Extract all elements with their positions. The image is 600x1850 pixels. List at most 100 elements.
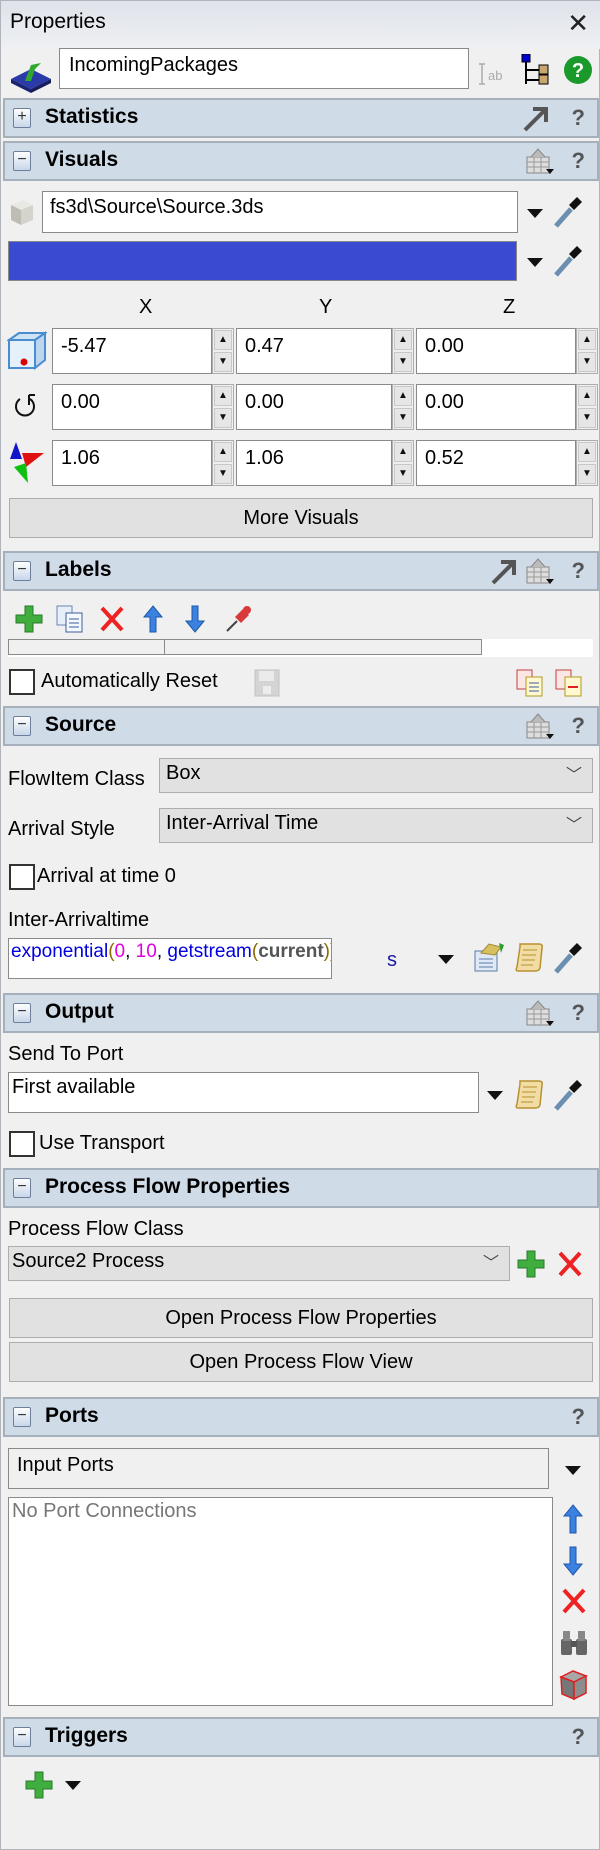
open-process-flow-properties-button[interactable]: Open Process Flow Properties: [9, 1298, 593, 1338]
statistics-section-header[interactable]: + Statistics ?: [3, 98, 599, 138]
spin-down-icon[interactable]: ▼: [394, 408, 412, 428]
rotation-z-spinner[interactable]: ▲ ▼: [576, 384, 598, 430]
collapse-icon[interactable]: −: [13, 151, 31, 171]
help-icon[interactable]: ?: [572, 1724, 585, 1750]
add-trigger-icon[interactable]: [25, 1771, 53, 1799]
model-dropdown-icon[interactable]: [527, 209, 543, 218]
collapse-icon[interactable]: −: [13, 1727, 31, 1747]
rotation-x-input[interactable]: 0.00: [52, 384, 212, 430]
move-port-down-icon[interactable]: [563, 1546, 583, 1576]
automatically-reset-checkbox[interactable]: [9, 669, 35, 695]
spin-down-icon[interactable]: ▼: [578, 408, 596, 428]
spin-up-icon[interactable]: ▲: [214, 442, 232, 462]
collapse-icon[interactable]: −: [13, 561, 31, 581]
spin-up-icon[interactable]: ▲: [214, 386, 232, 406]
object-name-input[interactable]: IncomingPackages: [59, 48, 469, 89]
position-x-input[interactable]: -5.47: [52, 328, 212, 374]
pointer-arrow-icon[interactable]: [521, 104, 551, 132]
table-options-icon[interactable]: [525, 712, 555, 740]
add-trigger-dropdown-icon[interactable]: [65, 1781, 81, 1790]
ports-section-header[interactable]: − Ports ?: [3, 1397, 599, 1437]
use-transport-checkbox[interactable]: [9, 1131, 35, 1157]
collapse-icon[interactable]: −: [13, 1407, 31, 1427]
labels-table-header-value[interactable]: [165, 639, 482, 655]
spin-up-icon[interactable]: ▲: [578, 386, 596, 406]
delete-port-icon[interactable]: [561, 1587, 587, 1615]
paste-labels-icon[interactable]: [555, 669, 583, 697]
size-y-input[interactable]: 1.06: [236, 440, 392, 486]
size-z-input[interactable]: 0.52: [416, 440, 576, 486]
delete-label-icon[interactable]: [99, 605, 125, 633]
tree-view-icon[interactable]: [521, 54, 551, 86]
spin-down-icon[interactable]: ▼: [214, 464, 232, 484]
collapse-icon[interactable]: −: [13, 716, 31, 736]
interarrival-code-input[interactable]: exponential(0, 10, getstream(current)): [8, 938, 332, 979]
find-binoculars-icon[interactable]: [559, 1629, 589, 1657]
spin-up-icon[interactable]: ▲: [394, 330, 412, 350]
spin-up-icon[interactable]: ▲: [578, 442, 596, 462]
help-icon[interactable]: ?: [572, 1000, 585, 1026]
triggers-section-header[interactable]: − Triggers ?: [3, 1717, 599, 1757]
labels-table[interactable]: [8, 639, 593, 657]
collapse-icon[interactable]: −: [13, 1003, 31, 1023]
labels-section-header[interactable]: − Labels ?: [3, 551, 599, 591]
spin-down-icon[interactable]: ▼: [394, 352, 412, 372]
move-up-icon[interactable]: [143, 605, 163, 633]
rotation-x-spinner[interactable]: ▲ ▼: [212, 384, 234, 430]
labels-table-header-name[interactable]: [8, 639, 165, 655]
properties-edit-icon[interactable]: [473, 941, 505, 973]
3d-object-icon[interactable]: [559, 1669, 589, 1701]
size-x-spinner[interactable]: ▲ ▼: [212, 440, 234, 486]
color-dropdown-icon[interactable]: [527, 258, 543, 267]
spin-up-icon[interactable]: ▲: [578, 330, 596, 350]
move-port-up-icon[interactable]: [563, 1504, 583, 1534]
position-z-spinner[interactable]: ▲ ▼: [576, 328, 598, 374]
help-icon[interactable]: ?: [572, 558, 585, 584]
output-section-header[interactable]: − Output ?: [3, 993, 599, 1033]
pointer-arrow-icon[interactable]: [489, 557, 519, 585]
send-to-port-input[interactable]: First available: [8, 1072, 479, 1113]
spin-down-icon[interactable]: ▼: [578, 352, 596, 372]
spin-down-icon[interactable]: ▼: [214, 352, 232, 372]
copy-labels-icon[interactable]: [516, 669, 544, 697]
move-down-icon[interactable]: [185, 605, 205, 633]
add-process-flow-icon[interactable]: [517, 1250, 545, 1278]
rotation-z-input[interactable]: 0.00: [416, 384, 576, 430]
help-icon[interactable]: ?: [572, 105, 585, 131]
color-swatch[interactable]: [8, 241, 517, 281]
rotation-y-spinner[interactable]: ▲ ▼: [392, 384, 414, 430]
3d-model-input[interactable]: fs3d\Source\Source.3ds: [42, 191, 518, 233]
code-script-icon[interactable]: [515, 941, 545, 973]
interarrival-dropdown-icon[interactable]: [438, 955, 454, 964]
remove-process-flow-icon[interactable]: [557, 1250, 583, 1278]
port-connections-list[interactable]: No Port Connections: [8, 1497, 553, 1706]
spin-down-icon[interactable]: ▼: [394, 464, 412, 484]
size-y-spinner[interactable]: ▲ ▼: [392, 440, 414, 486]
table-options-icon[interactable]: [525, 147, 555, 175]
spin-up-icon[interactable]: ▲: [394, 386, 412, 406]
position-y-spinner[interactable]: ▲ ▼: [392, 328, 414, 374]
help-icon[interactable]: ?: [572, 148, 585, 174]
eyedropper-icon[interactable]: [553, 941, 583, 975]
send-to-port-dropdown-icon[interactable]: [487, 1091, 503, 1100]
position-z-input[interactable]: 0.00: [416, 328, 576, 374]
help-icon[interactable]: ?: [563, 55, 593, 85]
spin-down-icon[interactable]: ▼: [578, 464, 596, 484]
table-options-icon[interactable]: [525, 557, 555, 585]
add-label-icon[interactable]: [15, 605, 43, 633]
position-y-input[interactable]: 0.47: [236, 328, 392, 374]
flowitem-class-select[interactable]: Box ﹀: [159, 758, 593, 793]
process-flow-class-select[interactable]: Source2 Process ﹀: [8, 1246, 510, 1281]
help-icon[interactable]: ?: [572, 713, 585, 739]
arrival-style-select[interactable]: Inter-Arrival Time ﹀: [159, 808, 593, 843]
position-x-spinner[interactable]: ▲ ▼: [212, 328, 234, 374]
spin-down-icon[interactable]: ▼: [214, 408, 232, 428]
size-z-spinner[interactable]: ▲ ▼: [576, 440, 598, 486]
help-icon[interactable]: ?: [572, 1404, 585, 1430]
text-label-icon[interactable]: ab: [477, 63, 509, 85]
rotation-y-input[interactable]: 0.00: [236, 384, 392, 430]
eyedropper-icon[interactable]: [553, 195, 583, 229]
duplicate-label-icon[interactable]: [56, 605, 84, 633]
port-type-dropdown-icon[interactable]: [565, 1466, 581, 1475]
collapse-icon[interactable]: −: [13, 1178, 31, 1198]
